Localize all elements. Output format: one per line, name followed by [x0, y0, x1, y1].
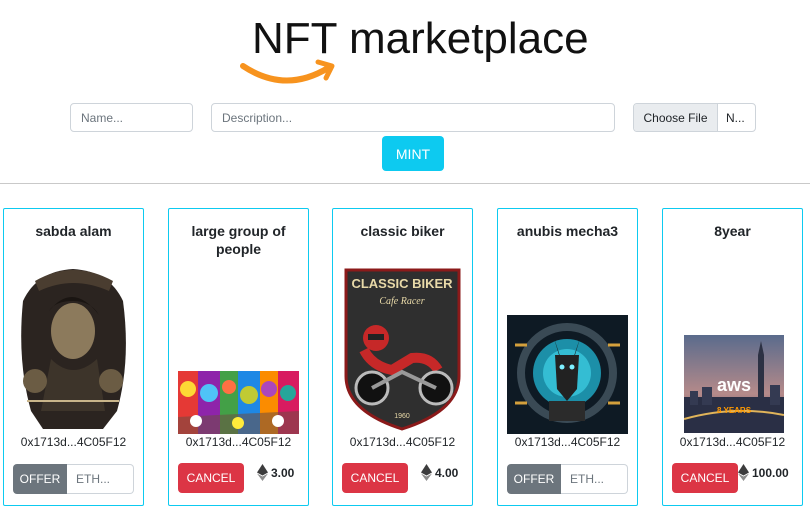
- price-value: 100.00: [752, 465, 789, 480]
- cancel-button[interactable]: CANCEL: [342, 463, 408, 493]
- offer-group: OFFER ETH...: [13, 464, 134, 494]
- cancel-button[interactable]: CANCEL: [178, 463, 244, 493]
- owner-address: 0x1713d...4C05F12: [349, 435, 456, 449]
- price-tag: 4.00: [421, 464, 458, 481]
- description-input[interactable]: [211, 103, 615, 132]
- nft-card: anubis mecha3 0x1713d...4C05F12 OFFER ET…: [497, 208, 638, 506]
- smile-arrow-icon: [240, 59, 335, 84]
- file-status-text: N...: [726, 110, 745, 125]
- nft-image: aws 8 YEARS: [684, 335, 784, 433]
- nft-image: [507, 315, 628, 434]
- nft-title: classic biker: [360, 223, 445, 239]
- nft-card: 8year aws 8 YEARS 0x1713d...4C05F12 CANC…: [662, 208, 803, 506]
- nft-image: [13, 261, 134, 433]
- mint-button[interactable]: MINT: [382, 136, 444, 171]
- nft-title: large group of people: [191, 223, 286, 257]
- owner-address: 0x1713d...4C05F12: [20, 435, 127, 449]
- price-value: 4.00: [435, 465, 459, 480]
- ethereum-icon: [738, 464, 749, 481]
- offer-button[interactable]: OFFER: [507, 464, 561, 494]
- nft-title: sabda alam: [35, 223, 112, 239]
- nft-card: classic biker CLASSIC BIKER Cafe Racer 1…: [332, 208, 473, 506]
- cancel-button[interactable]: CANCEL: [672, 463, 738, 493]
- file-input[interactable]: Choose File N...: [633, 103, 756, 132]
- owner-address: 0x1713d...4C05F12: [514, 435, 621, 449]
- nft-title: anubis mecha3: [516, 223, 619, 239]
- ethereum-icon: [257, 464, 268, 481]
- offer-group: OFFER ETH...: [507, 464, 628, 494]
- logo-text: NFT marketplace: [252, 14, 589, 63]
- nft-image: [178, 371, 299, 434]
- nft-card: large group of people 0x1713d...4C05F12 …: [168, 208, 309, 506]
- nft-title: 8year: [714, 223, 751, 239]
- biker-image-subtitle: Cafe Racer: [379, 296, 424, 307]
- choose-file-button[interactable]: Choose File: [634, 104, 718, 131]
- price-tag: 100.00: [738, 464, 789, 481]
- biker-image-title: CLASSIC BIKER: [351, 276, 453, 291]
- nft-image: CLASSIC BIKER Cafe Racer 1960: [344, 268, 461, 431]
- eth-offer-input[interactable]: ETH...: [67, 464, 134, 494]
- offer-button[interactable]: OFFER: [13, 464, 67, 494]
- eth-offer-input[interactable]: ETH...: [561, 464, 628, 494]
- owner-address: 0x1713d...4C05F12: [679, 435, 786, 449]
- owner-address: 0x1713d...4C05F12: [185, 435, 292, 449]
- aws-image-title: aws: [717, 375, 751, 395]
- nft-card: sabda alam 0x1713d...4C05F12 OFFER ETH..…: [3, 208, 144, 506]
- biker-image-year: 1960: [394, 413, 410, 420]
- ethereum-icon: [421, 464, 432, 481]
- name-input[interactable]: [70, 103, 193, 132]
- price-value: 3.00: [271, 465, 295, 480]
- divider: [0, 183, 810, 184]
- marketplace-logo: NFT marketplace: [240, 14, 589, 88]
- aws-image-subtitle: 8 YEARS: [717, 406, 752, 415]
- price-tag: 3.00: [257, 464, 294, 481]
- mint-form: Choose File N...: [0, 103, 810, 133]
